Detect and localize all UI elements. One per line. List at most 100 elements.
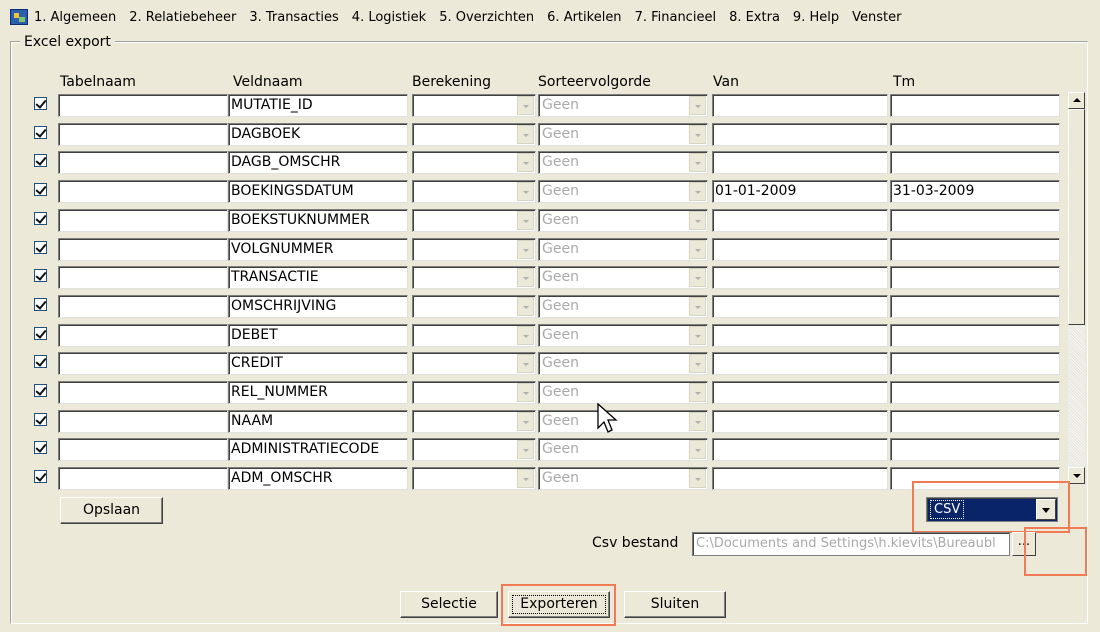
- tabelnaam-cell[interactable]: [58, 409, 228, 433]
- berekening-combo[interactable]: [412, 151, 536, 175]
- berekening-combo[interactable]: [412, 266, 536, 290]
- sortering-combo[interactable]: Geen: [538, 94, 708, 117]
- tm-cell[interactable]: [890, 237, 1060, 261]
- sortering-combo[interactable]: Geen: [538, 352, 708, 376]
- include-checkbox[interactable]: [34, 154, 47, 168]
- van-cell[interactable]: [712, 208, 888, 232]
- tm-cell[interactable]: 31-03-2009: [890, 180, 1060, 204]
- chevron-down-icon[interactable]: [517, 411, 534, 431]
- chevron-down-icon[interactable]: [517, 124, 534, 144]
- van-cell[interactable]: [712, 266, 888, 290]
- veldnaam-cell[interactable]: ADMINISTRATIECODE: [228, 438, 408, 462]
- tabelnaam-cell[interactable]: [58, 323, 228, 347]
- chevron-down-icon[interactable]: [689, 469, 706, 489]
- berekening-combo[interactable]: [412, 122, 536, 146]
- tabelnaam-cell[interactable]: [58, 266, 228, 290]
- chevron-down-icon[interactable]: [689, 296, 706, 316]
- berekening-combo[interactable]: [412, 208, 536, 232]
- van-cell[interactable]: [712, 122, 888, 146]
- chevron-down-icon[interactable]: [517, 354, 534, 374]
- chevron-down-icon[interactable]: [517, 296, 534, 316]
- sortering-combo[interactable]: Geen: [538, 294, 708, 318]
- include-checkbox[interactable]: [34, 240, 47, 254]
- van-cell[interactable]: [712, 94, 888, 117]
- veldnaam-cell[interactable]: NAAM: [228, 409, 408, 433]
- berekening-combo[interactable]: [412, 438, 536, 462]
- berekening-combo[interactable]: [412, 467, 536, 491]
- sortering-combo[interactable]: Geen: [538, 208, 708, 232]
- scroll-up-button[interactable]: [1068, 92, 1085, 109]
- berekening-combo[interactable]: [412, 237, 536, 261]
- menu-item-venster[interactable]: Venster: [852, 10, 901, 25]
- tabelnaam-cell[interactable]: [58, 122, 228, 146]
- menu-item-relatiebeheer[interactable]: 2. Relatiebeheer: [129, 10, 236, 25]
- chevron-down-icon[interactable]: [517, 239, 534, 259]
- tm-cell[interactable]: [890, 208, 1060, 232]
- menu-item-extra[interactable]: 8. Extra: [729, 10, 780, 25]
- van-cell[interactable]: [712, 323, 888, 347]
- sortering-combo[interactable]: Geen: [538, 237, 708, 261]
- tm-cell[interactable]: [890, 294, 1060, 318]
- berekening-combo[interactable]: [412, 381, 536, 404]
- tabelnaam-cell[interactable]: [58, 151, 228, 175]
- include-checkbox[interactable]: [34, 355, 47, 369]
- tabelnaam-cell[interactable]: [58, 208, 228, 232]
- tm-cell[interactable]: [890, 122, 1060, 146]
- tabelnaam-cell[interactable]: [58, 94, 228, 117]
- menu-item-transacties[interactable]: 3. Transacties: [249, 10, 338, 25]
- menu-item-financieel[interactable]: 7. Financieel: [635, 10, 717, 25]
- include-checkbox[interactable]: [34, 441, 47, 455]
- chevron-down-icon[interactable]: [689, 383, 706, 402]
- chevron-down-icon[interactable]: [689, 210, 706, 230]
- tm-cell[interactable]: [890, 151, 1060, 175]
- veldnaam-cell[interactable]: CREDIT: [228, 352, 408, 376]
- chevron-down-icon[interactable]: [517, 469, 534, 489]
- veldnaam-cell[interactable]: ADM_OMSCHR: [228, 467, 408, 491]
- tabelnaam-cell[interactable]: [58, 352, 228, 376]
- selectie-button[interactable]: Selectie: [400, 591, 498, 618]
- van-cell[interactable]: 01-01-2009: [712, 180, 888, 204]
- tm-cell[interactable]: [890, 323, 1060, 347]
- berekening-combo[interactable]: [412, 294, 536, 318]
- include-checkbox[interactable]: [34, 412, 47, 426]
- van-cell[interactable]: [712, 237, 888, 261]
- chevron-down-icon[interactable]: [517, 325, 534, 345]
- tabelnaam-cell[interactable]: [58, 237, 228, 261]
- sortering-combo[interactable]: Geen: [538, 151, 708, 175]
- berekening-combo[interactable]: [412, 180, 536, 204]
- van-cell[interactable]: [712, 151, 888, 175]
- chevron-down-icon[interactable]: [689, 124, 706, 144]
- include-checkbox[interactable]: [34, 470, 47, 484]
- veldnaam-cell[interactable]: DEBET: [228, 323, 408, 347]
- veldnaam-cell[interactable]: TRANSACTIE: [228, 266, 408, 290]
- sortering-combo[interactable]: Geen: [538, 467, 708, 491]
- sortering-combo[interactable]: Geen: [538, 180, 708, 204]
- chevron-down-icon[interactable]: [517, 153, 534, 173]
- grid-scrollbar[interactable]: [1068, 92, 1085, 484]
- tabelnaam-cell[interactable]: [58, 180, 228, 204]
- veldnaam-cell[interactable]: REL_NUMMER: [228, 381, 408, 404]
- tabelnaam-cell[interactable]: [58, 294, 228, 318]
- tabelnaam-cell[interactable]: [58, 381, 228, 404]
- veldnaam-cell[interactable]: VOLGNUMMER: [228, 237, 408, 261]
- include-checkbox[interactable]: [34, 97, 47, 110]
- sortering-combo[interactable]: Geen: [538, 122, 708, 146]
- tabelnaam-cell[interactable]: [58, 438, 228, 462]
- opslaan-button[interactable]: Opslaan: [60, 497, 163, 524]
- van-cell[interactable]: [712, 467, 888, 491]
- csv-file-path-field[interactable]: C:\Documents and Settings\h.kievits\Bure…: [692, 532, 1010, 556]
- van-cell[interactable]: [712, 381, 888, 404]
- include-checkbox[interactable]: [34, 269, 47, 283]
- veldnaam-cell[interactable]: OMSCHRIJVING: [228, 294, 408, 318]
- veldnaam-cell[interactable]: DAGB_OMSCHR: [228, 151, 408, 175]
- chevron-down-icon[interactable]: [517, 383, 534, 402]
- van-cell[interactable]: [712, 294, 888, 318]
- menu-item-help[interactable]: 9. Help: [793, 10, 839, 25]
- chevron-down-icon[interactable]: [689, 268, 706, 288]
- menu-item-overzichten[interactable]: 5. Overzichten: [439, 10, 534, 25]
- app-icon[interactable]: [10, 9, 28, 25]
- menu-item-logistiek[interactable]: 4. Logistiek: [352, 10, 426, 25]
- chevron-down-icon[interactable]: [517, 96, 534, 115]
- include-checkbox[interactable]: [34, 384, 47, 397]
- chevron-down-icon[interactable]: [689, 96, 706, 115]
